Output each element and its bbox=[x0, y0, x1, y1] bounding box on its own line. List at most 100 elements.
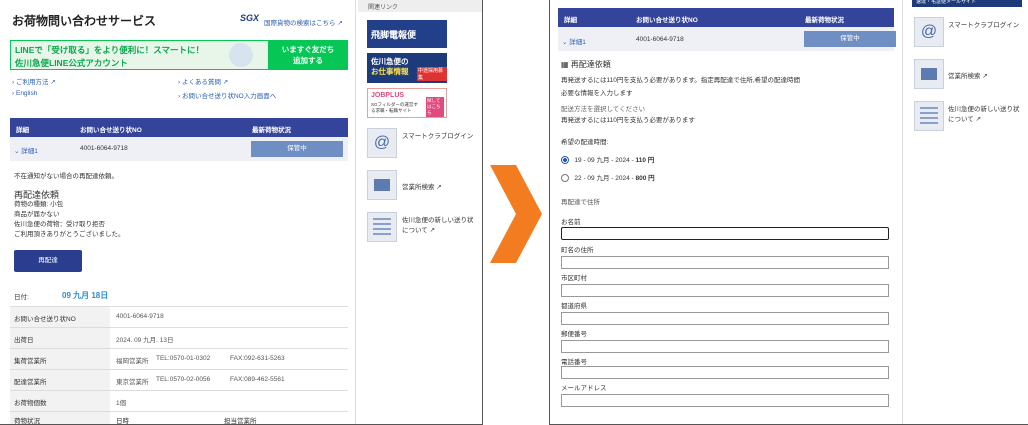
info-tel: TEL:0570-02-0056 bbox=[156, 376, 211, 383]
usage-link[interactable]: › ご利用方法 ↗ bbox=[12, 76, 56, 86]
info-label: 出荷日 bbox=[14, 337, 34, 344]
info-fax: FAX:089-462-5561 bbox=[230, 376, 285, 383]
header-detail: 詳細 bbox=[564, 17, 577, 24]
sidebar-divider bbox=[902, 0, 903, 424]
invoice-form-icon bbox=[914, 101, 944, 131]
header-detail: 詳細 bbox=[16, 127, 29, 134]
header-latest-status: 最新荷物状況 bbox=[252, 127, 291, 134]
related-links-label: 関連リンク bbox=[368, 5, 399, 11]
transition-arrow-icon bbox=[490, 165, 542, 263]
prefecture-label: 都道府県 bbox=[561, 303, 587, 310]
status-badge[interactable]: 保管中 bbox=[251, 141, 343, 157]
radio-unselected[interactable] bbox=[561, 174, 569, 183]
phone-label: 電話番号 bbox=[561, 359, 587, 366]
info-value: 2024. 09 九月. 13日 bbox=[116, 337, 174, 344]
status-history-office-header: 担当営業所 bbox=[224, 418, 257, 425]
office-building-icon bbox=[367, 170, 397, 200]
faq-link[interactable]: › よくある質問 ↗ bbox=[178, 76, 228, 86]
status-badge[interactable]: 保管中 bbox=[804, 31, 896, 47]
radio-selected[interactable] bbox=[561, 156, 569, 165]
new-invoice-link[interactable]: 佐川急便の新しい送り状について ↗ bbox=[948, 105, 1022, 125]
info-label: 配達営業所 bbox=[14, 379, 47, 386]
prefecture-field[interactable] bbox=[561, 312, 889, 325]
jobs-banner[interactable]: 佐川急便の お仕事情報 中途採用募集 bbox=[367, 53, 447, 83]
info-value: 東京営業所 bbox=[116, 379, 149, 386]
header-latest-status: 最新荷物状況 bbox=[805, 17, 844, 24]
line-banner-headline: LINEで「受け取る」をより便利に！スマートに！ bbox=[15, 45, 204, 55]
inquiry-input-link[interactable]: › お問い合せ送り状NO入力画面へ bbox=[178, 90, 276, 100]
external-link-icon: ↗ bbox=[337, 20, 343, 27]
info-value: 1個 bbox=[116, 400, 127, 407]
sidebar-cropped-banner[interactable]: 速達・宅急便メールサイト bbox=[912, 0, 1022, 7]
left-screenshot: お荷物問い合わせサービス SGX 国際貨物の検索はこちら ↗ LINEで「受け取… bbox=[0, 0, 483, 425]
delivery-time-label: 希望の配達時間: bbox=[561, 139, 609, 146]
status-history-header: 荷物状況 bbox=[14, 418, 40, 425]
jobplus-banner[interactable]: JOBPLUS SGフィルダーの運営する求職・転職サイト 探してはこちら bbox=[367, 88, 447, 118]
city-label: 市区町村 bbox=[561, 275, 587, 282]
absence-note: 不在通知がない場合の再配達依頼。 bbox=[14, 173, 118, 180]
email-label: メールアドレス bbox=[561, 385, 607, 392]
phone-field[interactable] bbox=[561, 366, 889, 379]
at-sign-icon: @ bbox=[367, 128, 397, 158]
sidebar-top: 関連リンク bbox=[358, 0, 482, 12]
tracking-number: 4001-6064-9718 bbox=[636, 36, 684, 43]
postal-code-label: 郵便番号 bbox=[561, 331, 587, 338]
date-label: 日付: bbox=[14, 294, 29, 301]
city-field[interactable] bbox=[561, 284, 889, 297]
delivery-option-1[interactable]: 19 - 09 九月 - 2024 - 110 円 bbox=[561, 154, 654, 165]
address-heading: 再配達で住所 bbox=[561, 199, 600, 206]
hikyaku-telegram-banner[interactable]: 飛脚電報便 bbox=[367, 20, 447, 48]
line-add-friend-button[interactable]: いますぐ友だち 追加する bbox=[268, 41, 348, 69]
smart-club-login-link[interactable]: スマートクラブログイン bbox=[948, 21, 1022, 31]
status-history-date-header: 日時 bbox=[116, 418, 129, 425]
info-notice: 必要な情報を入力します bbox=[561, 90, 633, 97]
info-label: お問い合せ送り状NO bbox=[14, 316, 76, 323]
chevron-down-icon: ⌄ bbox=[14, 148, 20, 155]
office-search-link[interactable]: 営業所検索 ↗ bbox=[402, 181, 442, 191]
info-value: 福岡営業所 bbox=[116, 358, 149, 365]
person-illustration-icon bbox=[229, 43, 253, 67]
info-fax: FAX:092-631-5263 bbox=[230, 355, 285, 362]
street-field[interactable] bbox=[561, 256, 889, 269]
smart-club-login-link[interactable]: スマートクラブログイン bbox=[402, 132, 478, 142]
fee-notice: 再発送するには110円を支払う必要があります。指定再配達で住所,希望の配達時間 bbox=[561, 77, 801, 84]
invoice-form-icon bbox=[367, 212, 397, 242]
email-field[interactable] bbox=[561, 394, 889, 407]
shipment-info-table: お問い合せ送り状NO 4001-6064-9718 出荷日 2024. 09 九… bbox=[10, 306, 348, 425]
header-tracking-no: お問い合せ送り状NO bbox=[80, 127, 142, 134]
at-sign-icon: @ bbox=[914, 17, 944, 47]
redelivery-form-heading: ▦ 再配達依頼 bbox=[561, 60, 611, 69]
redelivery-button[interactable]: 再配達 bbox=[14, 250, 82, 272]
international-tracking-link[interactable]: 国際貨物の検索はこちら ↗ bbox=[264, 17, 343, 27]
office-building-icon bbox=[914, 59, 944, 89]
english-link[interactable]: › English bbox=[12, 90, 37, 97]
page-title: お荷物問い合わせサービス bbox=[12, 14, 157, 28]
date-value: 09 九月 18日 bbox=[62, 291, 109, 300]
tracking-table-header: 詳細 お問い合せ送り状NO 最新荷物状況 bbox=[10, 118, 348, 137]
street-label: 町名の住所 bbox=[561, 247, 594, 254]
delivery-method-prompt: 配送方法を選択してください bbox=[561, 106, 646, 113]
info-value: 4001-6064-9718 bbox=[116, 313, 164, 320]
line-banner[interactable]: LINEで「受け取る」をより便利に！スマートに！ 佐川急便LINE公式アカウント… bbox=[10, 40, 348, 70]
delivery-option-2[interactable]: 22 - 09 九月 - 2024 - 800 円 bbox=[561, 172, 655, 183]
name-field[interactable] bbox=[561, 227, 889, 240]
tracking-number: 4001-6064-9718 bbox=[80, 145, 128, 152]
detail-toggle[interactable]: ⌄ 詳細1 bbox=[14, 145, 38, 155]
header-tracking-no: お問い合せ送り状NO bbox=[636, 17, 698, 24]
tracking-row: ⌄ 詳細1 4001-6064-9718 保管中 bbox=[558, 27, 896, 51]
fee-notice-2: 再発送するには110円を支払う必要があります bbox=[561, 117, 695, 124]
tracking-row: ⌄ 詳細1 4001-6064-9718 保管中 bbox=[10, 137, 348, 161]
name-label: お名前 bbox=[561, 219, 581, 226]
sgx-logo: SGX bbox=[240, 13, 260, 23]
sidebar-divider bbox=[355, 0, 356, 424]
new-invoice-link[interactable]: 佐川急便の新しい送り状について ↗ bbox=[402, 216, 478, 236]
office-search-link[interactable]: 営業所検索 ↗ bbox=[948, 70, 988, 80]
info-label: お荷物個数 bbox=[14, 400, 47, 407]
detail-toggle[interactable]: ⌄ 詳細1 bbox=[562, 36, 586, 46]
info-label: 集荷営業所 bbox=[14, 358, 47, 365]
calendar-icon: ▦ bbox=[561, 60, 569, 69]
line-banner-subhead: 佐川急便LINE公式アカウント bbox=[15, 58, 128, 68]
tracking-table-header: 詳細 お問い合せ送り状NO 最新荷物状況 bbox=[558, 8, 894, 27]
redelivery-details: 荷物の種類: 小包 商品が届かない 佐川急便の荷物：受け取り拒否 ご利用頂きあり… bbox=[14, 201, 125, 238]
postal-code-field[interactable] bbox=[561, 340, 889, 353]
